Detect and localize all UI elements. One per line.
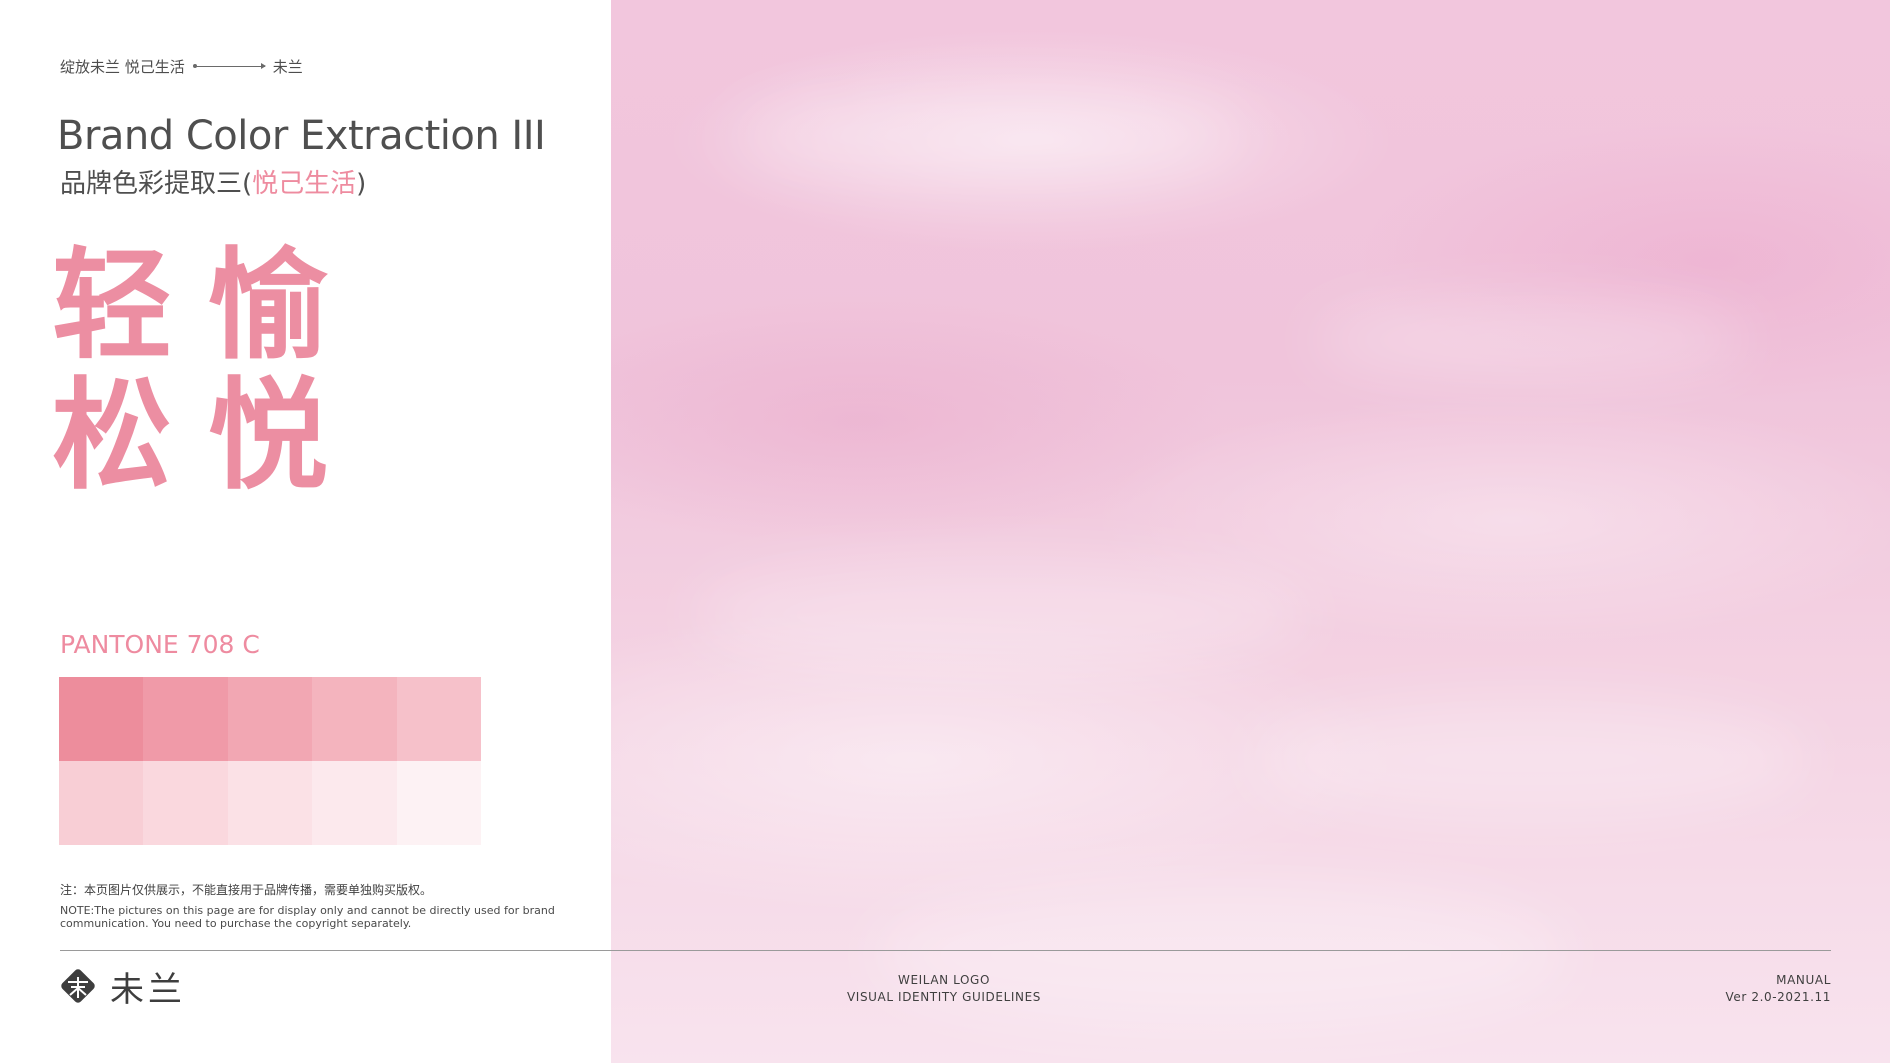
subtitle-prefix: 品牌色彩提取三( xyxy=(60,169,253,199)
weilan-logo-icon xyxy=(58,966,98,1006)
sky-photo xyxy=(611,0,1890,1063)
color-swatch-grid xyxy=(59,677,481,845)
page-title: Brand Color Extraction III xyxy=(57,113,546,159)
footer-center-info: WEILAN LOGO VISUAL IDENTITY GUIDELINES xyxy=(844,972,1044,1006)
keyword-char: 悦 xyxy=(208,367,328,506)
color-swatch xyxy=(396,677,481,761)
color-swatch xyxy=(227,761,313,845)
color-swatch xyxy=(59,677,144,761)
pantone-label: PANTONE 708 C xyxy=(60,630,260,659)
color-swatch xyxy=(312,761,397,845)
page-subtitle: 品牌色彩提取三(悦己生活) xyxy=(60,163,366,200)
keyword-char: 愉 xyxy=(208,237,328,376)
brand-logo: 未兰 xyxy=(58,964,186,1010)
subtitle-accent: 悦己生活 xyxy=(252,169,357,199)
color-swatch xyxy=(143,677,228,761)
color-swatch xyxy=(227,677,313,761)
header-breadcrumb: 绽放未兰 悦己生活 未兰 xyxy=(60,56,303,76)
footer-manual-label: MANUAL xyxy=(1776,973,1831,987)
footer-guidelines-label: VISUAL IDENTITY GUIDELINES xyxy=(847,990,1041,1004)
footer-version-label: Ver 2.0-2021.11 xyxy=(1725,990,1831,1004)
color-swatch xyxy=(312,677,397,761)
subtitle-suffix: ) xyxy=(356,169,367,199)
copyright-note-en: NOTE:The pictures on this page are for d… xyxy=(60,904,555,930)
color-swatch xyxy=(396,761,481,845)
header-brand: 未兰 xyxy=(272,57,303,76)
double-arrow-icon xyxy=(192,62,266,69)
logo-wordmark: 未兰 xyxy=(110,969,186,1010)
keyword-char: 轻 xyxy=(52,237,172,376)
footer-version-info: MANUAL Ver 2.0-2021.11 xyxy=(1726,972,1831,1006)
keyword-char: 松 xyxy=(52,367,172,506)
color-swatch xyxy=(59,761,144,845)
footer-logo-label: WEILAN LOGO xyxy=(898,973,990,987)
color-swatch xyxy=(143,761,228,845)
copyright-note-cn: 注：本页图片仅供展示，不能直接用于品牌传播，需要单独购买版权。 xyxy=(60,883,433,897)
header-tagline: 绽放未兰 悦己生活 xyxy=(60,57,185,76)
footer-divider xyxy=(60,950,1831,951)
